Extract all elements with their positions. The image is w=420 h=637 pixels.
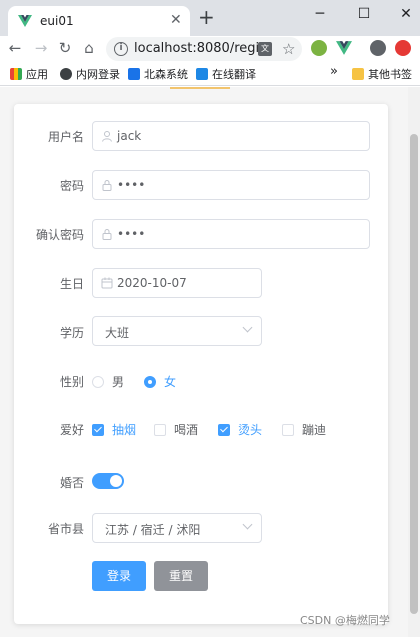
tab-title: eui01 [40, 14, 74, 28]
maximize-icon[interactable]: ☐ [350, 4, 378, 24]
user-icon [102, 131, 112, 142]
bookmark-beisen[interactable]: 北森系统 [128, 66, 188, 82]
chevron-down-icon [242, 519, 253, 530]
checkbox-label: 蹦迪 [302, 423, 327, 437]
forward-icon[interactable]: → [32, 39, 50, 57]
back-icon[interactable]: ← [6, 39, 24, 57]
gender-label: 性别 [59, 375, 84, 389]
globe-icon [60, 68, 72, 80]
reset-button[interactable]: 重置 [154, 561, 208, 591]
gender-radio-female[interactable]: 女 [144, 373, 176, 390]
hobby-checkbox-smoking[interactable]: 抽烟 [92, 421, 136, 438]
checkbox-box [218, 424, 230, 436]
gender-radio-male[interactable]: 男 [92, 373, 124, 390]
translate-icon[interactable]: 文 [258, 42, 272, 56]
bookmarks-bar: 应用 内网登录 北森系统 在线翻译 » 其他书签 [0, 62, 420, 86]
browser-titlebar: eui01 ✕ + ─ ☐ ✕ [0, 0, 420, 36]
bookmark-apps[interactable]: 应用 [10, 66, 48, 82]
region-value: 江苏 / 宿迁 / 沭阳 [105, 523, 201, 537]
info-icon[interactable]: i [114, 42, 128, 56]
bookmark-label: 其他书签 [368, 68, 412, 81]
folder-icon [352, 68, 364, 80]
bookmark-label: 在线翻译 [212, 68, 256, 81]
close-tab-icon[interactable]: ✕ [170, 12, 182, 28]
lock-icon [102, 229, 112, 240]
scrollbar-thumb[interactable] [410, 134, 418, 614]
radio-circle [92, 376, 104, 388]
hobby-label: 爱好 [59, 423, 84, 437]
username-label: 用户名 [47, 130, 84, 144]
other-bookmarks[interactable]: 其他书签 [352, 66, 412, 82]
minimize-icon[interactable]: ─ [306, 4, 334, 24]
register-form-card: 用户名 jack 密码 •••• 确认密码 •••• 生日 2020-10-07… [14, 104, 388, 624]
bookmark-star-icon[interactable]: ☆ [282, 40, 295, 58]
checkbox-box [282, 424, 294, 436]
address-bar[interactable]: i localhost:8080/regi... 文 ☆ [106, 37, 302, 61]
education-select[interactable]: 大班 [92, 316, 262, 346]
home-icon[interactable]: ⌂ [80, 39, 98, 57]
update-icon[interactable] [395, 40, 411, 56]
checkbox-box [92, 424, 104, 436]
region-label: 省市县 [47, 522, 84, 536]
translate-app-icon [196, 68, 208, 80]
confirm-password-value: •••• [117, 227, 146, 241]
hobby-checkbox-disco[interactable]: 蹦迪 [282, 421, 326, 438]
lock-icon [102, 180, 112, 191]
login-button[interactable]: 登录 [92, 561, 146, 591]
gender-radio-group: 男 女 [92, 373, 292, 389]
bookmark-translate[interactable]: 在线翻译 [196, 66, 256, 82]
profile-avatar-icon[interactable] [370, 40, 386, 56]
birthday-date-picker[interactable]: 2020-10-07 [92, 268, 262, 298]
confirm-password-input[interactable]: •••• [92, 219, 370, 249]
loading-indicator [170, 87, 230, 89]
beisen-icon [128, 68, 140, 80]
password-label: 密码 [59, 179, 84, 193]
browser-toolbar: ← → ↻ ⌂ i localhost:8080/regi... 文 ☆ [0, 36, 420, 62]
radio-label: 男 [112, 375, 125, 389]
checkbox-label: 烫头 [238, 423, 263, 437]
radio-label: 女 [164, 375, 177, 389]
calendar-icon [101, 277, 113, 289]
education-label: 学历 [59, 326, 84, 340]
url-text: localhost:8080/regi... [134, 41, 272, 56]
bookmark-label: 北森系统 [144, 68, 188, 81]
vue-logo-icon [18, 15, 32, 27]
more-bookmarks-icon[interactable]: » [330, 64, 338, 79]
radio-circle [144, 376, 156, 388]
checkbox-label: 抽烟 [112, 423, 137, 437]
username-value: jack [117, 129, 142, 143]
bookmark-label: 内网登录 [76, 68, 120, 81]
new-tab-icon[interactable]: + [198, 7, 215, 27]
education-value: 大班 [105, 326, 130, 340]
username-input[interactable]: jack [92, 121, 370, 151]
reload-icon[interactable]: ↻ [56, 39, 74, 57]
bookmark-intranet[interactable]: 内网登录 [60, 66, 120, 82]
close-window-icon[interactable]: ✕ [392, 4, 420, 24]
apps-grid-icon [10, 68, 22, 80]
extension-icon[interactable] [311, 40, 327, 56]
browser-tab[interactable]: eui01 ✕ [8, 6, 190, 36]
married-label: 婚否 [59, 476, 84, 490]
hobby-checkbox-group: 抽烟 喝酒 烫头 蹦迪 [92, 421, 352, 437]
confirm-password-label: 确认密码 [35, 228, 84, 242]
hobby-checkbox-perm[interactable]: 烫头 [218, 421, 262, 438]
birthday-value: 2020-10-07 [117, 276, 187, 290]
married-switch[interactable] [92, 473, 124, 489]
region-cascader[interactable]: 江苏 / 宿迁 / 沭阳 [92, 513, 262, 543]
chevron-down-icon [242, 322, 253, 333]
password-value: •••• [117, 178, 146, 192]
switch-knob [110, 475, 122, 487]
bookmark-label: 应用 [26, 68, 48, 81]
hobby-checkbox-drinking[interactable]: 喝酒 [154, 421, 198, 438]
csdn-watermark: CSDN @梅燃同学 [300, 614, 390, 627]
checkbox-label: 喝酒 [174, 423, 199, 437]
vue-devtools-icon[interactable] [336, 40, 352, 56]
birthday-label: 生日 [59, 277, 84, 291]
password-input[interactable]: •••• [92, 170, 370, 200]
checkbox-box [154, 424, 166, 436]
